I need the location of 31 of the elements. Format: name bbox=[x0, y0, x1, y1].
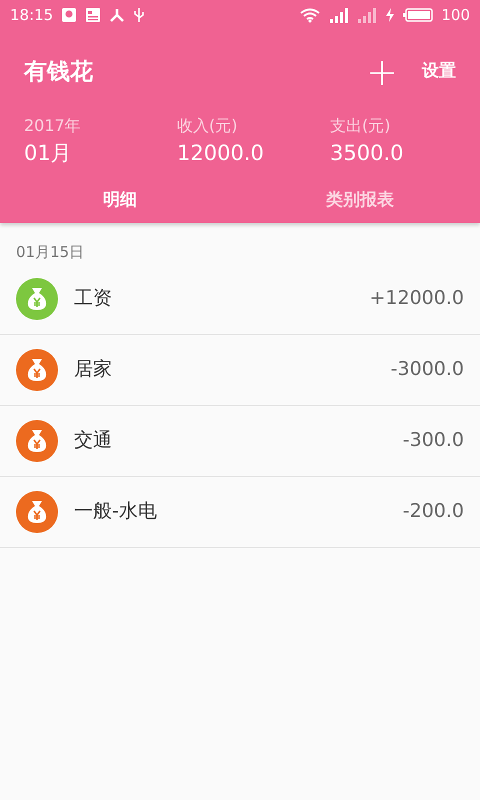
share-icon bbox=[109, 7, 126, 23]
entry-row[interactable]: 交通 -300.0 bbox=[0, 406, 480, 476]
entry-row[interactable]: 工资 +12000.0 bbox=[0, 264, 480, 334]
category-name: 交通 bbox=[74, 428, 113, 454]
summary-value: 12000.0 bbox=[177, 140, 265, 167]
summary-label: 收入(元) bbox=[177, 115, 238, 137]
wifi-icon bbox=[299, 7, 322, 23]
amount: +12000.0 bbox=[370, 286, 464, 312]
amount: -300.0 bbox=[402, 428, 464, 454]
entry-row[interactable]: 一般-水电 -200.0 bbox=[0, 476, 480, 548]
usb-icon bbox=[133, 7, 146, 23]
signal-icon bbox=[329, 7, 350, 23]
signal-icon bbox=[357, 7, 378, 23]
notification-icon bbox=[61, 7, 78, 23]
entry-row[interactable]: 居家 -3000.0 bbox=[0, 334, 480, 406]
battery-icon bbox=[403, 7, 434, 23]
summary-label: 支出(元) bbox=[330, 115, 392, 137]
summary-value: 3500.0 bbox=[330, 140, 404, 167]
category-name: 一般-水电 bbox=[74, 499, 158, 524]
summary-label: 2017年 bbox=[24, 115, 82, 137]
battery-level: 100 bbox=[441, 4, 470, 26]
amount: -200.0 bbox=[402, 499, 464, 524]
summary-value: 01月 bbox=[24, 140, 73, 167]
date-header: 01月15日 bbox=[15, 242, 86, 263]
amount: -3000.0 bbox=[390, 357, 464, 382]
status-time: 18:15 bbox=[10, 4, 54, 26]
charging-icon bbox=[385, 7, 396, 23]
app-title: 有钱花 bbox=[24, 58, 94, 87]
category-name: 居家 bbox=[74, 357, 113, 382]
category-name: 工资 bbox=[74, 286, 113, 312]
news-icon bbox=[85, 7, 102, 23]
